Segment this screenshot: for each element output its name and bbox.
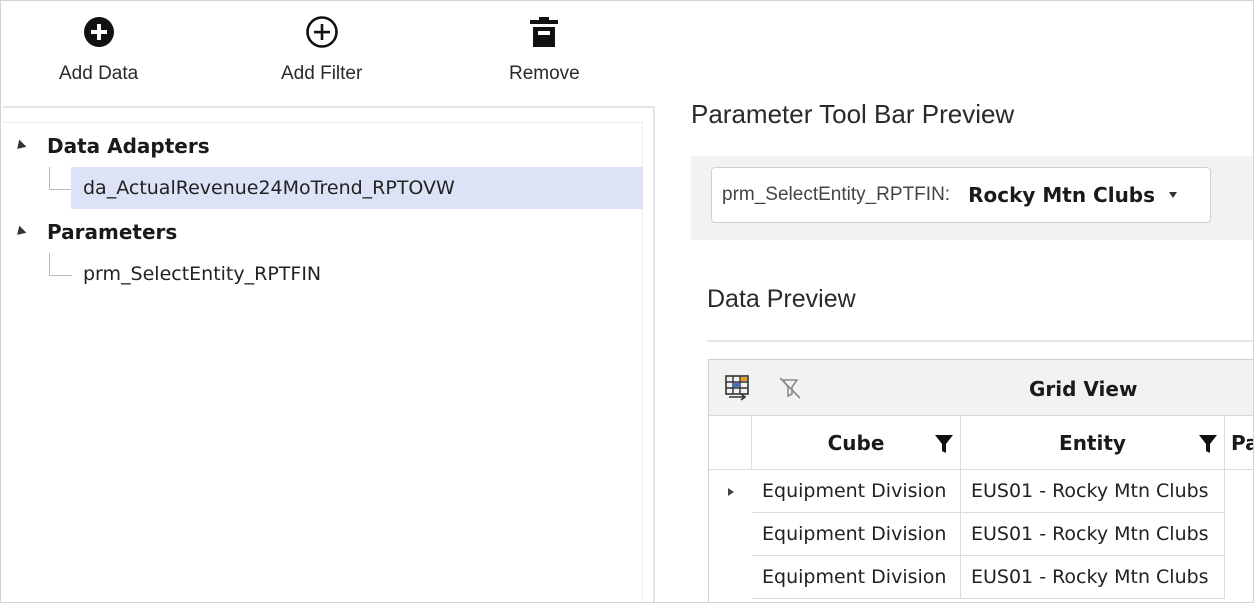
trash-icon: [530, 17, 559, 47]
plus-circle-outline-icon: [305, 16, 338, 48]
grid-toolbar: Grid View: [709, 360, 1253, 416]
expand-arrow-icon[interactable]: [13, 225, 27, 239]
add-data-button[interactable]: Add Data: [59, 15, 138, 85]
tree-group-label: Parameters: [47, 220, 178, 244]
grid-view-title: Grid View: [1029, 377, 1138, 401]
cell-cube: Equipment Division: [752, 513, 961, 556]
tree-view: Data Adapters da_ActualRevenue24MoTrend_…: [3, 122, 643, 602]
column-header-cube[interactable]: Cube: [752, 416, 961, 470]
table-row[interactable]: Equipment Division EUS01 - Rocky Mtn Clu…: [709, 513, 1253, 556]
row-pointer-icon: [727, 487, 734, 496]
expand-arrow-icon[interactable]: [13, 139, 27, 153]
parameter-toolbar-band: prm_SelectEntity_RPTFIN: Rocky Mtn Clubs: [691, 156, 1253, 240]
row-indicator: [709, 470, 752, 513]
tree-item-label: da_ActualRevenue24MoTrend_RPTOVW: [83, 177, 455, 199]
tree-group-label: Data Adapters: [47, 134, 210, 158]
cell-cube: Equipment Division: [752, 470, 961, 513]
cell-cube: Equipment Division: [752, 556, 961, 599]
tree-item-label: prm_SelectEntity_RPTFIN: [83, 263, 322, 285]
add-data-label: Add Data: [59, 63, 139, 84]
table-row[interactable]: Equipment Division EUS01 - Rocky Mtn Clu…: [709, 470, 1253, 513]
cell-entity: EUS01 - Rocky Mtn Clubs: [961, 470, 1225, 513]
tree-group-parameters[interactable]: Parameters: [3, 211, 177, 253]
plus-circle-filled-icon: [83, 17, 114, 47]
remove-button[interactable]: Remove: [509, 15, 580, 85]
row-indicator-header: [709, 416, 752, 470]
tree-item-data-adapter[interactable]: da_ActualRevenue24MoTrend_RPTOVW: [71, 167, 643, 209]
cell-entity: EUS01 - Rocky Mtn Clubs: [961, 513, 1225, 556]
export-grid-icon[interactable]: [725, 375, 751, 405]
column-header-label: Pa: [1231, 430, 1253, 455]
column-header-partial[interactable]: Pa: [1225, 416, 1253, 470]
parameter-toolbar-title: Parameter Tool Bar Preview: [691, 99, 1015, 129]
filter-icon[interactable]: [1198, 434, 1218, 458]
add-filter-label: Add Filter: [281, 63, 363, 84]
tree-panel: Data Adapters da_ActualRevenue24MoTrend_…: [3, 106, 655, 602]
add-filter-button[interactable]: Add Filter: [281, 15, 362, 85]
tree-connector: [49, 167, 72, 190]
parameter-value: Rocky Mtn Clubs: [968, 183, 1156, 207]
column-header-label: Cube: [827, 430, 885, 455]
cell-entity: EUS01 - Rocky Mtn Clubs: [961, 556, 1225, 599]
remove-label: Remove: [509, 63, 580, 84]
parameter-select[interactable]: prm_SelectEntity_RPTFIN: Rocky Mtn Clubs: [711, 167, 1211, 223]
tree-item-parameter[interactable]: prm_SelectEntity_RPTFIN: [71, 253, 471, 295]
data-grid: Grid View Cube Entity Pa Equipment Divis…: [708, 359, 1253, 602]
dropdown-caret-icon: [1169, 192, 1178, 198]
parameter-label: prm_SelectEntity_RPTFIN:: [722, 184, 951, 205]
filter-icon[interactable]: [934, 434, 954, 458]
table-row[interactable]: Equipment Division EUS01 - Rocky Mtn Clu…: [709, 556, 1253, 599]
column-header-label: Entity: [1059, 430, 1126, 455]
clear-filter-icon[interactable]: [777, 375, 803, 405]
divider: [707, 340, 1253, 342]
data-preview-title: Data Preview: [707, 285, 856, 313]
app-window: Add Data Add Filter Remove Data Adapters: [0, 0, 1254, 603]
column-header-entity[interactable]: Entity: [961, 416, 1225, 470]
tree-connector: [49, 253, 72, 276]
tree-group-data-adapters[interactable]: Data Adapters: [3, 125, 210, 167]
